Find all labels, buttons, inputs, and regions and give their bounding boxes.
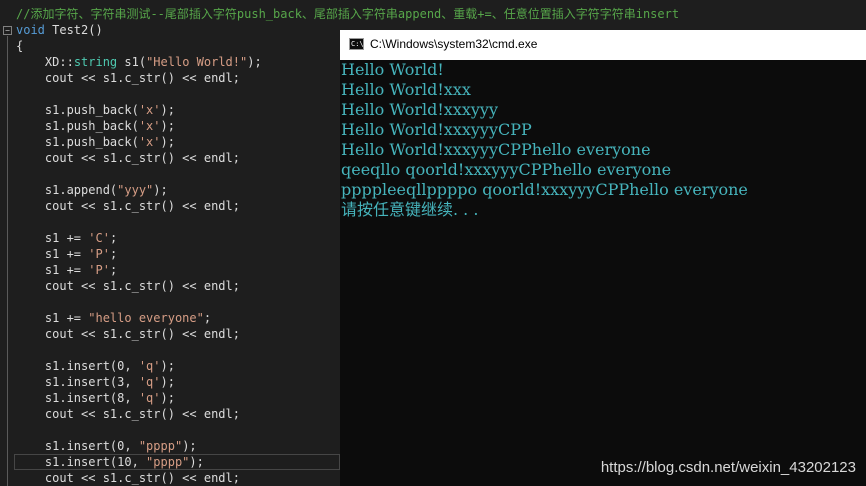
code-token: ;	[203, 311, 212, 325]
code-line[interactable]: s1.append("yyy");	[16, 182, 168, 198]
editor-gutter	[0, 0, 12, 486]
code-line[interactable]: s1.insert(10, "pppp");	[16, 454, 204, 470]
code-token: s1(	[117, 55, 147, 69]
code-line[interactable]: s1 += "hello everyone";	[16, 310, 211, 326]
code-token: s1 +=	[16, 311, 89, 325]
code-line[interactable]: s1.push_back('x');	[16, 118, 175, 134]
code-token: cout << s1.c_str() << endl;	[16, 327, 240, 341]
code-token: );	[160, 375, 175, 389]
code-token: s1.insert(10,	[16, 455, 147, 469]
code-line[interactable]: void Test2()	[16, 22, 103, 38]
code-token: s1.push_back(	[16, 135, 139, 149]
code-token: s1.push_back(	[16, 119, 139, 133]
code-token: ::	[59, 55, 74, 69]
code-line[interactable]: //添加字符、字符串测试--尾部插入字符push_back、尾部插入字符串app…	[16, 6, 679, 22]
code-token: 'C'	[88, 231, 110, 245]
code-token: );	[153, 183, 168, 197]
code-token: s1.push_back(	[16, 103, 139, 117]
code-token: 'x'	[138, 119, 161, 133]
code-token: cout << s1.c_str() << endl;	[16, 407, 240, 421]
cmd-icon: C:\	[349, 38, 364, 50]
code-line[interactable]: cout << s1.c_str() << endl;	[16, 278, 240, 294]
code-line[interactable]: s1.push_back('x');	[16, 102, 175, 118]
code-token: Test2()	[44, 23, 103, 37]
code-line[interactable]: XD::string s1("Hello World!");	[16, 54, 262, 70]
code-token: string	[73, 55, 118, 69]
console-line: Hello World!xxxyyyCPP	[341, 120, 532, 139]
code-token: XD	[16, 55, 60, 69]
code-token: 'q'	[138, 359, 161, 373]
code-token: );	[160, 359, 175, 373]
code-token: );	[160, 103, 175, 117]
collapse-icon[interactable]: −	[3, 26, 12, 35]
code-line[interactable]: s1.insert(3, 'q');	[16, 374, 175, 390]
code-line[interactable]: cout << s1.c_str() << endl;	[16, 198, 240, 214]
console-line: Hello World!xxxyyyCPPhello everyone	[341, 140, 651, 159]
code-line[interactable]: s1.insert(0, 'q');	[16, 358, 175, 374]
code-token: "yyy"	[117, 183, 154, 197]
code-token: "hello everyone"	[88, 311, 204, 325]
code-token: "pppp"	[146, 455, 190, 469]
console-line: qeeqllo qoorld!xxxyyyCPPhello everyone	[341, 160, 672, 179]
cmd-window[interactable]: C:\ C:\Windows\system32\cmd.exe Hello Wo…	[340, 30, 866, 486]
code-token: void	[16, 23, 45, 37]
code-token: "Hello World!"	[146, 55, 248, 69]
code-line[interactable]: cout << s1.c_str() << endl;	[16, 70, 240, 86]
window-title: C:\Windows\system32\cmd.exe	[370, 37, 538, 51]
console-line: Hello World!xxx	[341, 80, 471, 99]
code-token: 'x'	[138, 135, 161, 149]
code-token: s1.append(	[16, 183, 118, 197]
code-token: );	[160, 135, 175, 149]
console-line: Hello World!xxxyyy	[341, 100, 498, 119]
watermark: https://blog.csdn.net/weixin_43202123	[600, 459, 856, 476]
code-token: cout << s1.c_str() << endl;	[16, 199, 240, 213]
code-token: ;	[109, 263, 118, 277]
code-token: );	[182, 439, 197, 453]
console-line: ppppleeqllppppo qoorld!xxxyyyCPPhello ev…	[341, 180, 748, 199]
code-token: ;	[109, 231, 118, 245]
code-token: 'x'	[138, 103, 161, 117]
code-token: 'P'	[88, 247, 110, 261]
code-line[interactable]: s1.insert(8, 'q');	[16, 390, 175, 406]
code-token: );	[160, 391, 175, 405]
code-token: s1 +=	[16, 247, 89, 261]
code-token: s1.insert(3,	[16, 375, 139, 389]
code-token: s1 +=	[16, 263, 89, 277]
code-token: //添加字符、字符串测试--尾部插入字符push_back、尾部插入字符串app…	[16, 7, 680, 21]
code-token: cout << s1.c_str() << endl;	[16, 71, 240, 85]
console-line: Hello World!	[341, 60, 444, 79]
code-line[interactable]: s1 += 'P';	[16, 246, 117, 262]
code-token: s1.insert(8,	[16, 391, 139, 405]
code-line[interactable]: s1.push_back('x');	[16, 134, 175, 150]
code-line[interactable]: s1 += 'C';	[16, 230, 117, 246]
console-line: 请按任意键继续. . .	[341, 200, 479, 219]
code-token: cout << s1.c_str() << endl;	[16, 151, 240, 165]
code-token: 'q'	[138, 375, 161, 389]
code-token: ;	[109, 247, 118, 261]
code-line[interactable]: {	[16, 38, 23, 54]
code-token: 'P'	[88, 263, 110, 277]
code-line[interactable]: s1.insert(0, "pppp");	[16, 438, 197, 454]
code-token: );	[247, 55, 262, 69]
code-line[interactable]: cout << s1.c_str() << endl;	[16, 326, 240, 342]
code-token: );	[160, 119, 175, 133]
code-line[interactable]: cout << s1.c_str() << endl;	[16, 150, 240, 166]
code-token: s1 +=	[16, 231, 89, 245]
code-line[interactable]: s1 += 'P';	[16, 262, 117, 278]
code-token: s1.insert(0,	[16, 359, 139, 373]
code-line[interactable]: cout << s1.c_str() << endl;	[16, 470, 240, 486]
code-token: cout << s1.c_str() << endl;	[16, 279, 240, 293]
cmd-titlebar[interactable]: C:\ C:\Windows\system32\cmd.exe	[340, 30, 866, 60]
code-line[interactable]: cout << s1.c_str() << endl;	[16, 406, 240, 422]
code-token: cout << s1.c_str() << endl;	[16, 471, 240, 485]
code-token: {	[16, 39, 24, 53]
code-token: s1.insert(0,	[16, 439, 139, 453]
code-token: );	[189, 455, 204, 469]
fold-guide	[7, 36, 8, 486]
code-token: "pppp"	[138, 439, 183, 453]
code-token: 'q'	[138, 391, 161, 405]
